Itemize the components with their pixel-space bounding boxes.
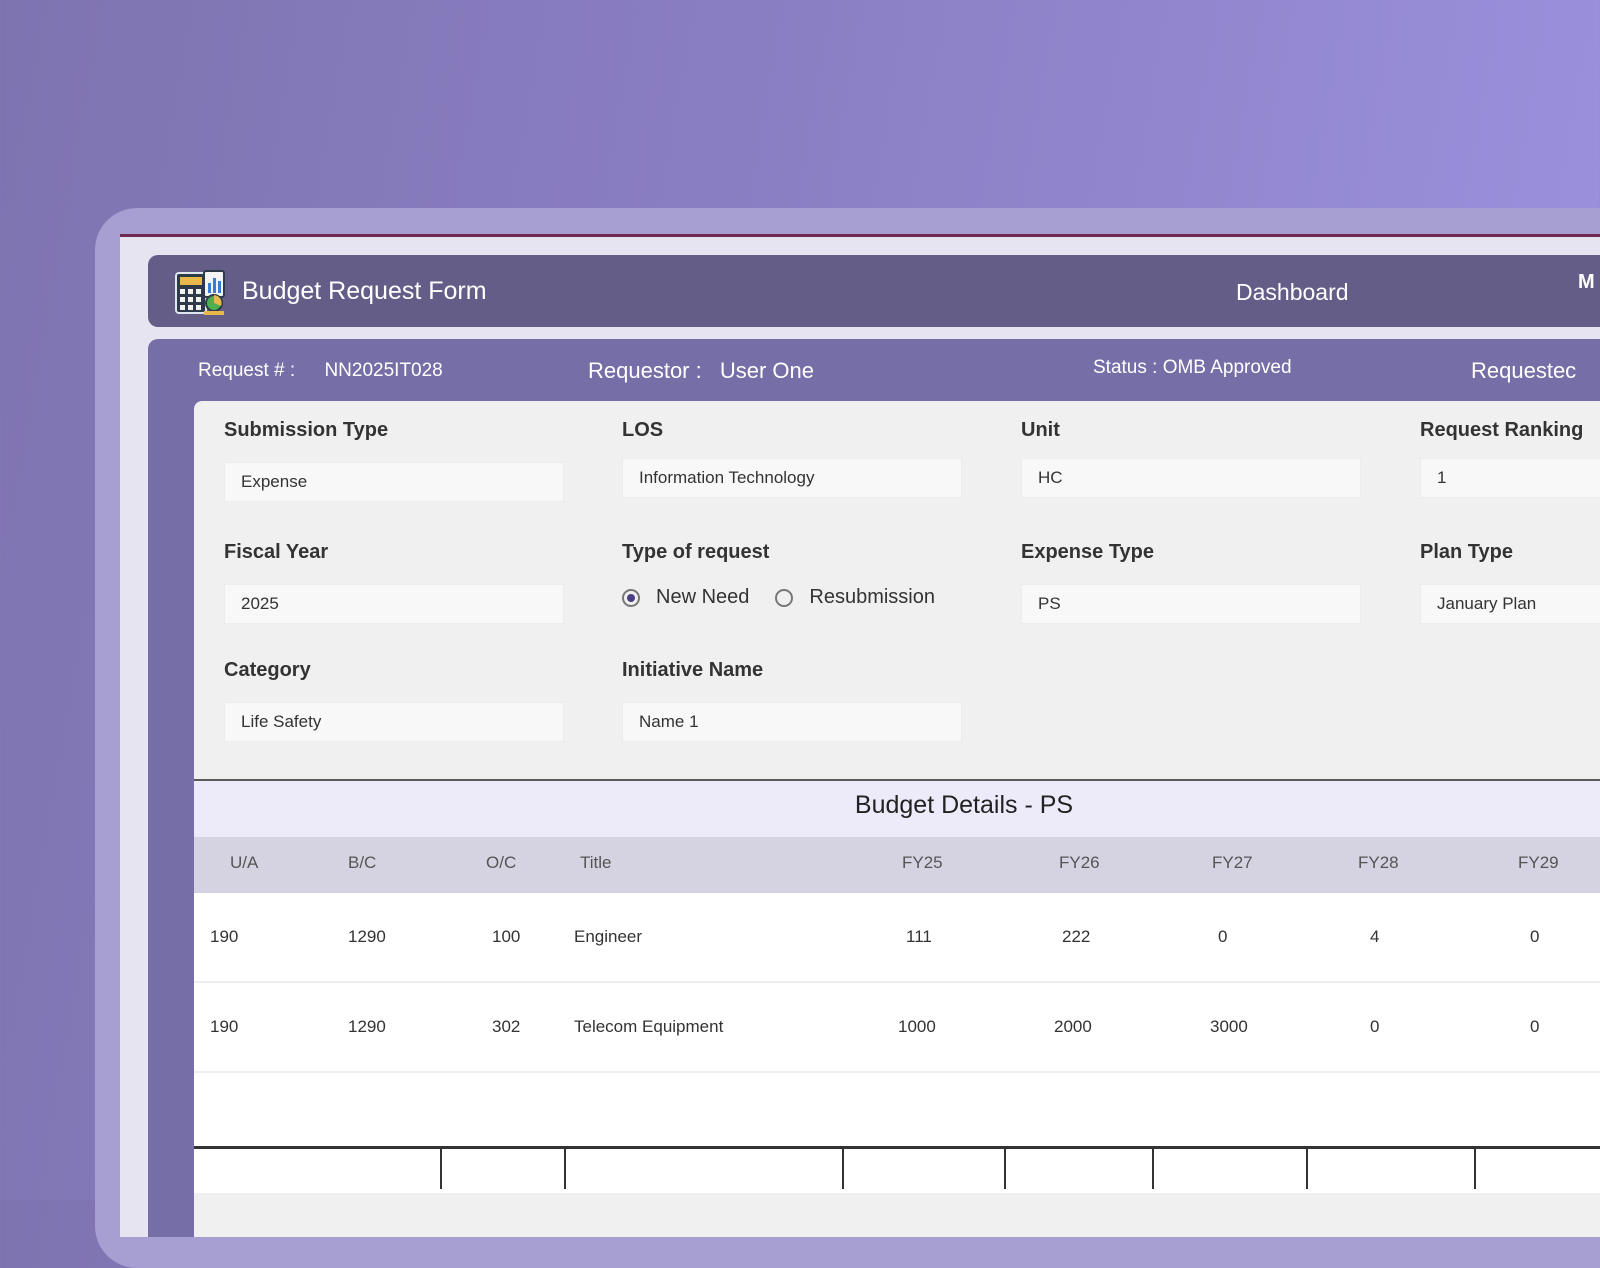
requestor-value: User One — [719, 358, 815, 383]
column-header-fy27[interactable]: FY27 — [1212, 853, 1253, 873]
fiscal-year-input[interactable]: 2025 — [224, 584, 564, 624]
submission-type-input[interactable]: Expense — [224, 462, 564, 502]
column-divider — [1004, 1149, 1006, 1189]
initiative-name-field: Initiative Name Name 1 — [622, 659, 962, 742]
column-header-fy28[interactable]: FY28 — [1358, 853, 1399, 873]
cell-fy27: 3000 — [1210, 1017, 1248, 1036]
nav-menu-item-cut[interactable]: M — [1578, 271, 1595, 294]
app-header: Budget Request Form Dashboard M — [148, 255, 1600, 327]
radio-option-new-need[interactable]: New Need — [622, 586, 749, 609]
request-ranking-label: Request Ranking — [1420, 419, 1584, 441]
expense-type-label: Expense Type — [1021, 541, 1155, 563]
column-header-oc[interactable]: O/C — [486, 853, 516, 873]
cell-fy26: 2000 — [1054, 1017, 1092, 1036]
column-header-fy26[interactable]: FY26 — [1059, 853, 1100, 873]
initiative-name-label: Initiative Name — [622, 659, 764, 681]
radio-selected-icon[interactable] — [622, 588, 640, 607]
fiscal-year-label: Fiscal Year — [224, 541, 329, 563]
cell-bc: 1290 — [348, 927, 386, 946]
app-title: Budget Request Form — [242, 277, 487, 305]
cell-ua: 190 — [210, 1017, 239, 1036]
cell-ua: 190 — [210, 927, 239, 946]
column-divider — [440, 1149, 442, 1189]
plan-type-label: Plan Type — [1420, 541, 1513, 563]
column-header-fy25[interactable]: FY25 — [902, 853, 943, 873]
requestor: Requestor : User One — [588, 358, 814, 384]
subtotal-row — [194, 1146, 1600, 1189]
radio-label-resubmission: Resubmission — [809, 586, 935, 608]
unit-label: Unit — [1021, 419, 1060, 441]
cell-oc: 100 — [492, 927, 521, 946]
request-ranking-input[interactable]: 1 — [1420, 458, 1600, 498]
cell-fy28: 0 — [1370, 1017, 1380, 1036]
cell-fy29: 0 — [1530, 927, 1540, 946]
plan-type-field: Plan Type January Plan — [1420, 541, 1600, 624]
column-divider — [564, 1149, 566, 1189]
plan-type-input[interactable]: January Plan — [1420, 584, 1600, 624]
unit-field: Unit HC — [1021, 419, 1361, 498]
requestor-label: Requestor : — [588, 358, 702, 383]
column-header-fy29[interactable]: FY29 — [1518, 853, 1559, 873]
cell-fy25: 111 — [906, 927, 932, 946]
column-divider — [842, 1149, 844, 1189]
submission-type-label: Submission Type — [224, 419, 389, 441]
fiscal-year-field: Fiscal Year 2025 — [224, 541, 564, 624]
column-header-ua[interactable]: U/A — [230, 853, 258, 873]
category-label: Category — [224, 659, 311, 681]
cell-title: Engineer — [574, 927, 643, 946]
request-form-card: Submission Type Expense LOS Information … — [194, 401, 1600, 1237]
los-field: LOS Information Technology — [622, 419, 962, 498]
cell-fy26: 222 — [1062, 927, 1091, 946]
category-field: Category Life Safety — [224, 659, 564, 742]
requested-label: Requestec — [1471, 358, 1577, 383]
column-divider — [1152, 1149, 1154, 1189]
submission-type-field: Submission Type Expense — [224, 419, 564, 502]
expense-type-input[interactable]: PS — [1021, 584, 1361, 624]
budget-table-header: U/A B/C O/C Title FY25 FY26 FY27 FY28 FY… — [194, 837, 1600, 893]
cell-title: Telecom Equipment — [574, 1017, 724, 1036]
type-of-request-radio-group: New Need Resubmission — [622, 586, 962, 609]
radio-unselected-icon[interactable] — [775, 588, 794, 607]
type-of-request-field: Type of request New Need Resubmission — [622, 541, 962, 609]
request-number-value: NN2025IT028 — [324, 360, 443, 381]
budget-details-header: Budget Details - PS — [194, 779, 1600, 842]
cell-fy27: 0 — [1218, 927, 1228, 946]
status-text: Status : OMB Approved — [1093, 357, 1292, 378]
column-header-title[interactable]: Title — [580, 853, 612, 873]
budget-details-title: Budget Details - PS — [854, 791, 1074, 819]
unit-input[interactable]: HC — [1021, 458, 1361, 498]
table-row[interactable]: 190 1290 302 Telecom Equipment 1000 2000… — [194, 983, 1600, 1073]
category-input[interactable]: Life Safety — [224, 702, 564, 742]
table-row[interactable]: 190 1290 100 Engineer 111 222 0 4 0 — [194, 893, 1600, 983]
type-of-request-label: Type of request — [622, 541, 770, 563]
cell-fy25: 1000 — [898, 1017, 936, 1036]
column-divider — [1306, 1149, 1308, 1189]
nav-dashboard-link[interactable]: Dashboard — [1236, 279, 1349, 306]
expense-type-field: Expense Type PS — [1021, 541, 1361, 624]
request-number: Request # : NN2025IT028 — [198, 360, 443, 382]
app-screen: Budget Request Form Dashboard M Request … — [120, 234, 1600, 1237]
request-number-label: Request # : — [198, 360, 296, 381]
los-input[interactable]: Information Technology — [622, 458, 962, 498]
calculator-chart-icon — [174, 269, 226, 315]
radio-option-resubmission[interactable]: Resubmission — [775, 586, 935, 609]
los-label: LOS — [622, 419, 664, 441]
cell-oc: 302 — [492, 1017, 521, 1036]
request-panel: Request # : NN2025IT028 Requestor : User… — [148, 339, 1600, 1237]
cell-fy29: 0 — [1530, 1017, 1540, 1036]
request-ranking-field: Request Ranking 1 — [1420, 419, 1600, 498]
column-divider — [1474, 1149, 1476, 1189]
initiative-name-input[interactable]: Name 1 — [622, 702, 962, 742]
cell-bc: 1290 — [348, 1017, 386, 1036]
radio-label-new-need: New Need — [656, 586, 750, 608]
column-header-bc[interactable]: B/C — [348, 853, 376, 873]
cell-fy28: 4 — [1370, 927, 1380, 946]
